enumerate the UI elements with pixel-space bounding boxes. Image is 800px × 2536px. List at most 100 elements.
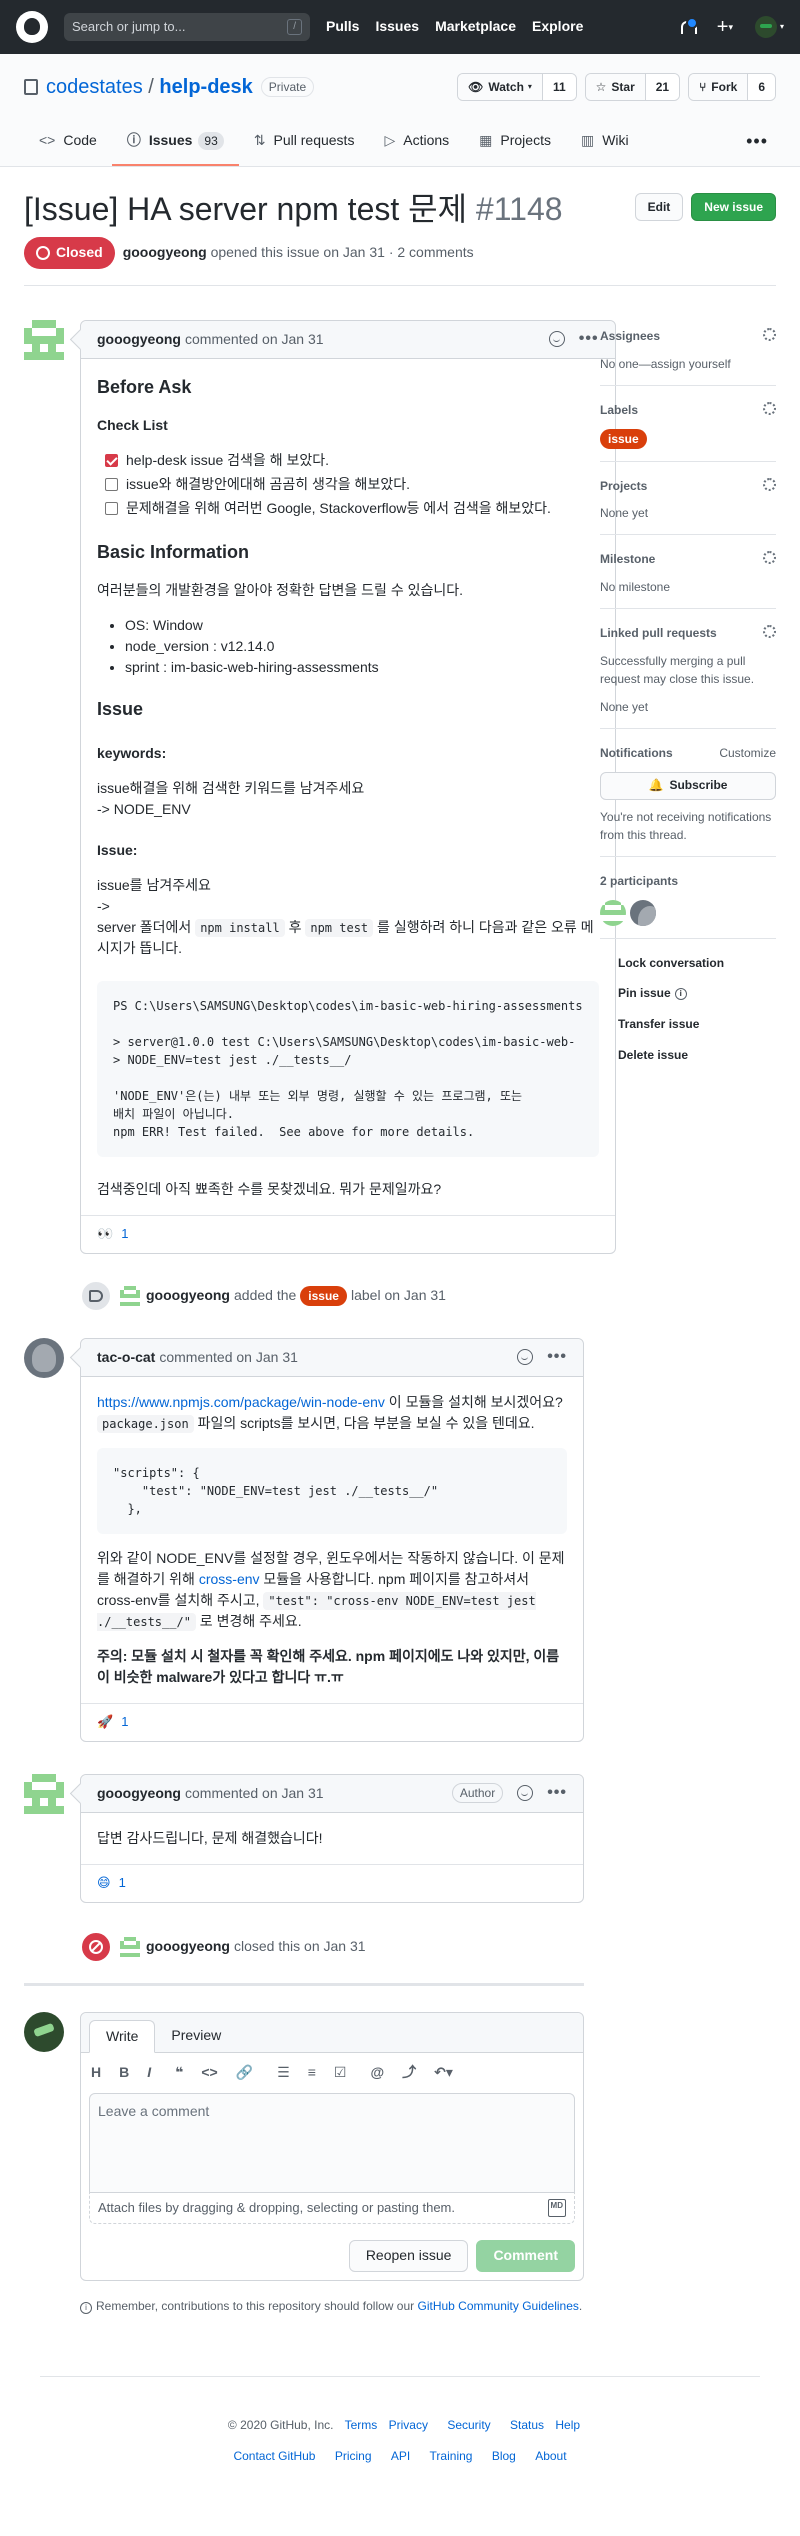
comment-textarea[interactable]: Leave a comment	[89, 2092, 575, 2193]
ordered-list-icon[interactable]: ≡	[308, 2063, 316, 2083]
repo-name-link[interactable]: help-desk	[159, 76, 252, 98]
kebab-horizontal-icon[interactable]: •••	[547, 1346, 567, 1368]
tab-preview[interactable]: Preview	[155, 2019, 237, 2052]
star-button[interactable]: ☆ Star	[585, 74, 646, 100]
avatar[interactable]	[120, 1937, 140, 1957]
checkbox[interactable]	[105, 502, 118, 515]
nav-marketplace[interactable]: Marketplace	[435, 17, 516, 37]
tab-actions[interactable]: ▷ Actions	[369, 118, 464, 166]
assignees-heading[interactable]: Assignees	[600, 328, 776, 345]
comment-time[interactable]: commented on Jan 31	[185, 1784, 324, 1804]
customize-link[interactable]: Customize	[719, 745, 776, 762]
gear-icon[interactable]	[763, 328, 776, 341]
tab-write[interactable]: Write	[89, 2020, 156, 2053]
milestone-heading[interactable]: Milestone	[600, 551, 776, 568]
gear-icon[interactable]	[763, 551, 776, 565]
create-new-dropdown[interactable]: +▾	[717, 17, 733, 37]
quote-icon[interactable]: ❝	[175, 2063, 183, 2083]
footer-link-about[interactable]: About	[535, 2449, 566, 2463]
footer-link-contact[interactable]: Contact GitHub	[233, 2449, 315, 2463]
task-list-icon[interactable]: ☑	[334, 2063, 347, 2083]
comment-button[interactable]: Comment	[476, 2239, 575, 2272]
gear-icon[interactable]	[763, 625, 776, 639]
nav-pulls[interactable]: Pulls	[326, 17, 359, 37]
reopen-issue-button[interactable]: Reopen issue	[348, 2239, 469, 2272]
unordered-list-icon[interactable]: ☰	[277, 2063, 290, 2083]
guidelines-link[interactable]: GitHub Community Guidelines	[418, 2299, 579, 2313]
comment-author[interactable]: tac-o-cat	[97, 1348, 155, 1368]
checkbox[interactable]	[105, 478, 118, 491]
subscribe-button[interactable]: 🔔 Subscribe	[600, 771, 776, 800]
comment-time[interactable]: commented on Jan 31	[159, 1348, 298, 1368]
mention-icon[interactable]: @	[370, 2063, 384, 2083]
avatar[interactable]	[24, 2012, 64, 2052]
link-icon[interactable]: 🔗	[236, 2063, 253, 2083]
footer-link-blog[interactable]: Blog	[492, 2449, 516, 2463]
assignees-value[interactable]: No one—assign yourself	[600, 355, 776, 373]
reaction-smile[interactable]: 😄 1	[97, 1874, 126, 1892]
gear-icon[interactable]	[763, 477, 776, 491]
tab-issues[interactable]: ⓘ Issues 93	[111, 118, 239, 166]
labels-heading[interactable]: Labels	[600, 401, 776, 419]
new-issue-button[interactable]: New issue	[691, 193, 776, 221]
reply-icon[interactable]: ↶▾	[434, 2063, 453, 2083]
nav-explore[interactable]: Explore	[532, 17, 583, 37]
issue-label[interactable]: issue	[600, 428, 647, 449]
kebab-horizontal-icon[interactable]: •••	[579, 328, 599, 350]
edit-button[interactable]: Edit	[634, 193, 684, 221]
star-count[interactable]: 21	[645, 74, 680, 100]
cross-env-link[interactable]: cross-env	[199, 1571, 260, 1587]
avatar[interactable]	[24, 1338, 64, 1378]
checkbox-checked[interactable]	[105, 454, 118, 467]
notifications-bell-icon[interactable]	[679, 17, 698, 36]
tab-code[interactable]: <> Code	[24, 118, 112, 166]
pin-issue-button[interactable]: 📌Pin issuei	[600, 985, 776, 1002]
reaction-rocket[interactable]: 🚀 1	[97, 1713, 128, 1731]
avatar[interactable]	[24, 320, 64, 360]
add-reaction-icon[interactable]	[517, 1349, 534, 1366]
gear-icon[interactable]	[763, 401, 776, 415]
caret-down-icon[interactable]: ▾	[780, 21, 784, 32]
cross-reference-icon[interactable]: ⤴	[402, 2063, 416, 2083]
info-icon[interactable]: i	[674, 987, 687, 1000]
reaction-eyes[interactable]: 👀 1	[97, 1225, 128, 1243]
avatar[interactable]	[630, 899, 656, 926]
comment-time[interactable]: commented on Jan 31	[185, 330, 324, 350]
watch-count[interactable]: 11	[542, 74, 576, 100]
comment-author[interactable]: gooogyeong	[97, 330, 181, 350]
markdown-icon[interactable]: MD	[547, 2198, 566, 2217]
repo-owner-link[interactable]: codestates	[46, 76, 143, 98]
nav-issues[interactable]: Issues	[375, 17, 419, 37]
user-avatar[interactable]	[754, 16, 777, 38]
file-attachment-area[interactable]: Attach files by dragging & dropping, sel…	[89, 2192, 575, 2224]
search-input[interactable]: Search or jump to... /	[64, 13, 310, 41]
heading-icon[interactable]: H	[91, 2063, 101, 2083]
tab-wiki[interactable]: ▥ Wiki	[566, 118, 644, 166]
lock-conversation-button[interactable]: 🔒Lock conversation	[600, 955, 776, 972]
add-reaction-icon[interactable]	[517, 1785, 534, 1802]
projects-heading[interactable]: Projects	[600, 477, 776, 495]
kebab-horizontal-icon[interactable]: •••	[547, 1782, 567, 1804]
delete-issue-button[interactable]: 🗑Delete issue	[600, 1047, 776, 1064]
code-icon[interactable]: <>	[201, 2063, 217, 2083]
footer-link-api[interactable]: API	[391, 2449, 410, 2463]
footer-link-security[interactable]: Security	[447, 2418, 490, 2432]
issue-author-link[interactable]: gooogyeong	[123, 243, 207, 263]
github-logo-icon[interactable]	[16, 11, 48, 43]
add-reaction-icon[interactable]	[548, 331, 565, 348]
more-tabs-icon[interactable]: •••	[738, 118, 776, 166]
tab-projects[interactable]: ▦ Projects	[464, 118, 566, 166]
footer-link-status[interactable]: Status	[510, 2418, 544, 2432]
comment-author[interactable]: gooogyeong	[97, 1784, 181, 1804]
event-actor[interactable]: gooogyeong	[146, 1286, 230, 1306]
transfer-issue-button[interactable]: →Transfer issue	[600, 1016, 776, 1033]
italic-icon[interactable]: I	[147, 2063, 151, 2083]
avatar[interactable]	[24, 1774, 64, 1814]
linked-heading[interactable]: Linked pull requests	[600, 625, 776, 642]
footer-link-terms[interactable]: Terms	[345, 2418, 378, 2432]
footer-link-privacy[interactable]: Privacy	[389, 2418, 428, 2432]
avatar[interactable]	[600, 899, 626, 926]
bold-icon[interactable]: B	[119, 2063, 129, 2083]
fork-button[interactable]: ⑂ Fork	[689, 74, 749, 100]
tab-pull-requests[interactable]: ⇅ Pull requests	[239, 118, 370, 166]
